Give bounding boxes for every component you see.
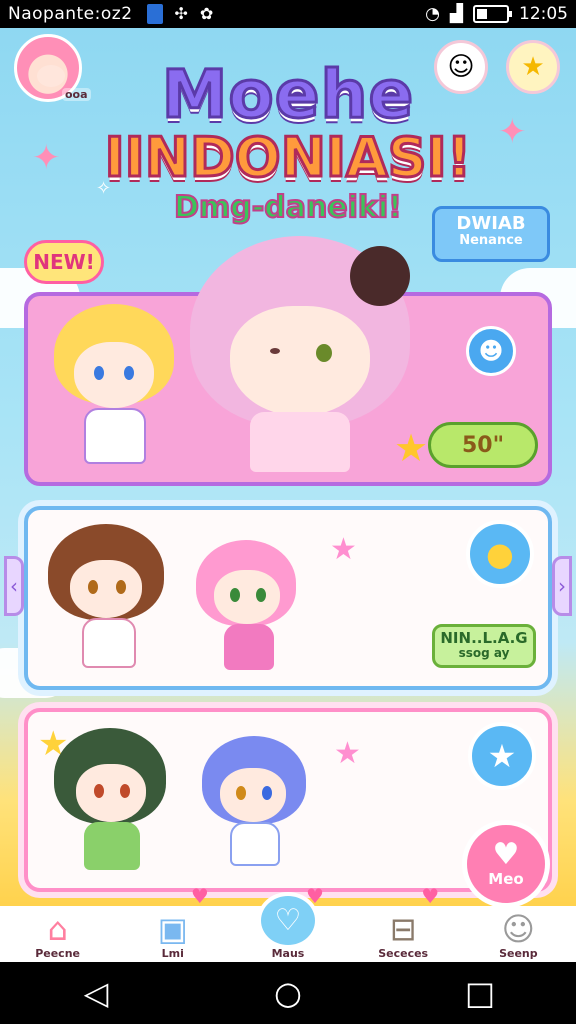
- character-pink-main[interactable]: [190, 236, 420, 476]
- star-decoration: ★: [330, 532, 357, 567]
- score-value: 50": [461, 432, 505, 458]
- ribbon-icon: ♥: [190, 884, 209, 908]
- house-icon: ⌂: [47, 910, 68, 948]
- back-icon[interactable]: ◁: [66, 974, 126, 1012]
- signal-icon: ▟: [449, 4, 463, 24]
- gift-box-icon: ▣: [157, 910, 188, 948]
- chevron-right-icon: ›: [558, 574, 566, 598]
- character-brown[interactable]: [48, 524, 168, 674]
- speech-line2: Nenance: [459, 232, 523, 248]
- system-nav-bar: ◁ ○ □: [0, 962, 576, 1024]
- score-pill[interactable]: 50": [428, 422, 538, 468]
- new-badge-label: NEW!: [33, 250, 95, 274]
- nav-label: Peecne: [35, 947, 80, 960]
- heart-icon: ♥: [492, 837, 520, 872]
- ribbon-icon: ♥: [306, 884, 324, 908]
- new-badge[interactable]: NEW!: [24, 240, 104, 284]
- duck-icon: ●: [486, 535, 514, 573]
- character-green[interactable]: [54, 728, 174, 878]
- chevron-left-icon: ‹: [10, 574, 18, 598]
- character-blonde[interactable]: [44, 304, 184, 474]
- card2-tag-line2: ssog ay: [458, 645, 510, 660]
- notification-app-icon: [146, 4, 163, 24]
- duck-bubble-button[interactable]: ●: [466, 520, 534, 588]
- usb-icon: ✣: [174, 4, 188, 23]
- battery-icon: [473, 5, 512, 23]
- nav-shop[interactable]: ♥ ⊟ Sececes: [353, 884, 453, 962]
- star-bubble-button[interactable]: ★: [468, 722, 536, 790]
- settings-notification-icon: ✿: [199, 4, 214, 23]
- nav-label: Seenp: [499, 947, 538, 960]
- bottom-nav: ⌂ Peecne ♥ ▣ Lmi ♥ ♡ Maus ♥ ⊟ Sececes ☺ …: [0, 884, 576, 962]
- nav-gifts[interactable]: ♥ ▣ Lmi: [123, 884, 223, 962]
- app-title-line2: IINDONIASI!: [103, 125, 473, 191]
- status-time: 12:05: [519, 4, 568, 24]
- nav-label: Sececes: [378, 947, 429, 960]
- home-circle-icon[interactable]: ○: [258, 974, 318, 1012]
- speech-bubble[interactable]: DWIAB Nenance: [432, 206, 550, 262]
- status-bar: Naopante:oz2 ✣ ✿ ◔ ▟ 12:05: [0, 0, 576, 28]
- card2-tag-line1: NIN..L.A.G: [440, 629, 528, 647]
- app-screen: ✦ ✦ ✧ ✧ ooa ☺ ★ Moehe IINDONIASI! Dmg-da…: [0, 28, 576, 906]
- next-arrow[interactable]: ›: [552, 556, 572, 616]
- gold-star-icon: ★: [394, 426, 429, 470]
- mascot-icon: ☺: [501, 910, 536, 948]
- character-blue[interactable]: [202, 736, 312, 876]
- speech-line1: DWIAB: [456, 213, 526, 234]
- star-decoration: ★: [334, 736, 361, 771]
- nav-label: Lmi: [161, 947, 184, 960]
- wifi-icon: ◔: [425, 4, 440, 24]
- star-icon: ★: [487, 737, 517, 775]
- recents-square-icon[interactable]: □: [450, 974, 510, 1012]
- app-title-line1: Moehe: [160, 55, 415, 135]
- card2-tag[interactable]: NIN..L.A.G ssog ay: [432, 624, 536, 668]
- nav-profile[interactable]: ☺ Seenp: [468, 892, 568, 962]
- prev-arrow[interactable]: ‹: [4, 556, 24, 616]
- shop-basket-icon: ⊟: [389, 910, 417, 948]
- status-left-text: Naopante:oz2: [8, 4, 133, 24]
- ribbon-icon: ♥: [421, 884, 440, 908]
- nav-label: Maus: [271, 947, 305, 960]
- nav-home[interactable]: ⌂ Peecne: [8, 892, 108, 962]
- nav-favorites[interactable]: ♥ ♡ Maus: [238, 884, 338, 962]
- sun-mascot-icon: ☻: [466, 326, 516, 376]
- character-pink[interactable]: [196, 540, 306, 680]
- heart-fab-label: Meo: [488, 870, 524, 888]
